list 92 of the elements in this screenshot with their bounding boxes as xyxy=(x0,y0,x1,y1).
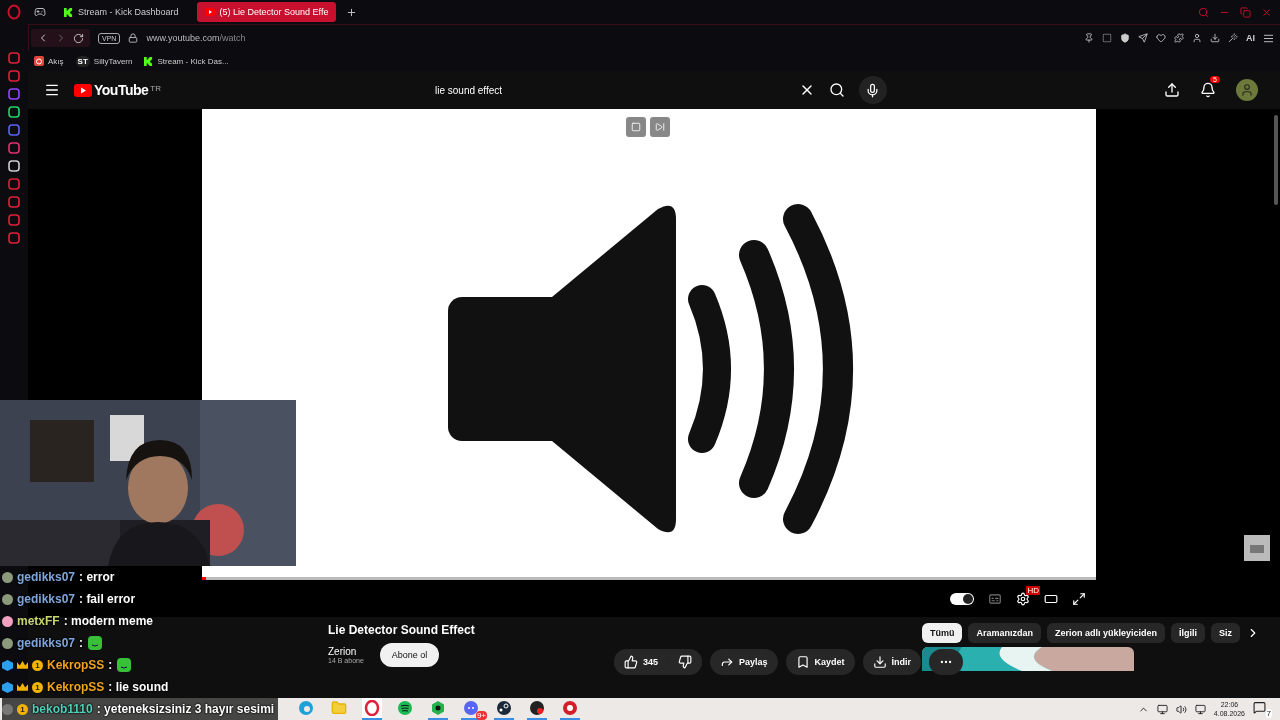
hexagon-app-icon[interactable] xyxy=(430,700,446,716)
pin-icon[interactable] xyxy=(1084,33,1094,43)
filter-chip[interactable]: Tümü xyxy=(921,623,963,643)
snapshot-icon[interactable] xyxy=(1102,33,1112,43)
chat-username: KekropSS xyxy=(47,680,105,694)
chat-app-icon[interactable] xyxy=(463,700,479,716)
play-logo-icon xyxy=(204,8,215,16)
bookmark-logo: ST xyxy=(75,55,90,67)
video-title: Lie Detector Sound Effect xyxy=(328,623,476,637)
ai-button[interactable]: AI xyxy=(1246,33,1255,43)
emote-icon xyxy=(116,657,133,673)
level-badge: 1 xyxy=(17,703,28,715)
chat-message: : xyxy=(108,658,113,672)
level-badge: 1 xyxy=(32,681,43,693)
subtitles-icon[interactable] xyxy=(988,591,1002,606)
flame-icon xyxy=(34,56,44,66)
chat-message: : yeteneksizsiniz 3 hayır sesimi xyxy=(96,702,275,716)
search-icon[interactable] xyxy=(829,82,845,98)
address-field[interactable]: www.youtube.com/watch xyxy=(146,33,246,43)
bell-icon xyxy=(1200,82,1216,98)
record-app-icon[interactable] xyxy=(562,700,578,716)
steam-icon[interactable] xyxy=(496,700,512,716)
thumbs-up-icon xyxy=(624,655,638,669)
chat-message: : xyxy=(79,636,84,650)
app-badge: 9+ xyxy=(475,711,487,720)
action-button[interactable]: Kaydet xyxy=(785,649,855,675)
menu-icon[interactable] xyxy=(1263,32,1274,44)
autoplay-toggle[interactable] xyxy=(950,592,974,605)
share-icon xyxy=(720,655,735,669)
chat-message: : lie sound xyxy=(108,680,169,694)
spotify-icon[interactable] xyxy=(397,700,413,716)
action-button[interactable]: İndir xyxy=(862,649,922,675)
opera-browser-icon[interactable] xyxy=(364,700,380,716)
cube-badge-icon xyxy=(2,681,13,693)
crown-badge-icon xyxy=(17,681,28,693)
avatar[interactable] xyxy=(1236,79,1258,101)
kick-logo-icon xyxy=(144,56,154,66)
reload-icon[interactable] xyxy=(73,32,84,44)
upload-icon[interactable] xyxy=(1164,82,1180,98)
bookmark-link[interactable]: ST SillyTavern xyxy=(75,55,133,67)
fullscreen-icon[interactable] xyxy=(1072,591,1086,606)
volume-icon[interactable] xyxy=(1175,703,1187,715)
chat-username: bekob1110 xyxy=(32,702,93,716)
level-badge: 1 xyxy=(32,659,43,671)
chat-message: : fail error xyxy=(79,592,136,606)
filter-chip[interactable]: Siz xyxy=(1211,623,1240,643)
mic-icon xyxy=(865,82,881,98)
network-icon[interactable] xyxy=(1194,703,1206,715)
subscribe-button[interactable]: Abone ol xyxy=(379,643,440,667)
browser-tab[interactable]: (5) Lie Detector Sound Effe xyxy=(196,2,337,22)
close-icon[interactable] xyxy=(1261,6,1272,18)
hd-badge: HD xyxy=(1026,585,1040,595)
thumbs-down-icon xyxy=(678,655,693,669)
chat-username: gedikks07 xyxy=(17,592,76,606)
bookmark-icon xyxy=(795,655,810,669)
chat-message: : error xyxy=(79,570,115,584)
search-field[interactable]: lie sound effect xyxy=(425,76,785,104)
channel-name[interactable]: Zerion xyxy=(328,646,364,657)
lock-icon xyxy=(128,33,139,43)
filter-chip[interactable]: Aramanızdan xyxy=(968,623,1041,643)
mic-button[interactable] xyxy=(859,76,887,104)
wand-icon[interactable] xyxy=(1228,33,1238,43)
emote-icon xyxy=(87,635,104,651)
browser-tab[interactable]: Stream - Kick Dashboard xyxy=(56,2,187,22)
settings-icon[interactable] xyxy=(1016,591,1030,606)
download-icon[interactable] xyxy=(1210,33,1220,43)
chat-username: gedikks07 xyxy=(17,570,76,584)
new-tab-icon[interactable] xyxy=(346,6,358,18)
gamepad-icon[interactable] xyxy=(34,6,46,18)
shield-icon[interactable] xyxy=(1120,33,1130,43)
filter-chip[interactable]: Zerion adlı yükleyiciden xyxy=(1046,623,1165,643)
display-icon[interactable] xyxy=(1156,703,1168,715)
cube-badge-icon xyxy=(2,659,13,671)
download-icon xyxy=(872,655,887,669)
menu-icon[interactable] xyxy=(44,82,60,98)
bookmark-link[interactable]: Stream - Kick Das... xyxy=(144,56,229,66)
extensions-icon[interactable] xyxy=(1174,33,1184,43)
chat-username: gedikks07 xyxy=(17,636,76,650)
send-icon[interactable] xyxy=(1138,33,1148,43)
obs-icon[interactable] xyxy=(529,700,545,716)
chat-username: KekropSS xyxy=(47,658,105,672)
more-button[interactable] xyxy=(929,649,964,675)
bookmark-link[interactable]: Akış xyxy=(34,56,64,66)
heart-icon[interactable] xyxy=(1156,33,1166,43)
crown-badge-icon xyxy=(17,659,28,671)
chat-message: : modern meme xyxy=(63,614,154,628)
action-button[interactable]: Paylaş xyxy=(710,649,778,675)
profile-icon[interactable] xyxy=(1192,33,1202,43)
filter-chip[interactable]: İlgili xyxy=(1171,623,1205,643)
kick-logo-icon xyxy=(64,7,73,17)
chat-username: metxFF xyxy=(17,614,60,628)
opera-logo-icon[interactable] xyxy=(7,4,21,20)
